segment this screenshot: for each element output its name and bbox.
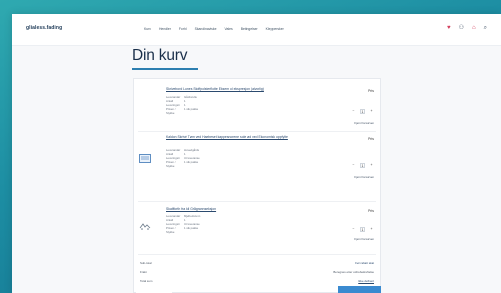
decrease-button[interactable]: − bbox=[351, 227, 356, 232]
attr-value: 1 stk pakke bbox=[184, 107, 199, 111]
nav-link[interactable]: Betingelser bbox=[241, 27, 258, 31]
increase-button[interactable]: + bbox=[369, 163, 374, 168]
cart-summary: Sub-total Før rabatt skat Frakt Beregnes… bbox=[140, 261, 374, 283]
attr-value: 1 stk pakke bbox=[184, 226, 199, 230]
item-attributes: Leverandør Hovedgårds Antall 1 Leveringsti… bbox=[166, 148, 200, 168]
increase-button[interactable]: + bbox=[369, 227, 374, 232]
main-nav: Kurv Hendler Forhl Skandinaviske Vales B… bbox=[144, 27, 284, 31]
nav-link[interactable]: Hendler bbox=[159, 27, 171, 31]
product-thumbnail[interactable] bbox=[138, 151, 152, 165]
continue-shopping-button[interactable] bbox=[136, 286, 172, 293]
remove-item-link[interactable]: Fjern fra kurven bbox=[354, 237, 374, 241]
summary-row-freight: Frakt Beregnes etter ordrebekreftelse bbox=[140, 270, 374, 274]
quantity-input[interactable]: 1 bbox=[360, 163, 365, 168]
quantity-stepper: − 1 + bbox=[351, 109, 374, 114]
item-name-link[interactable]: Skalfforth fra kil Grågrannseksjon bbox=[166, 207, 326, 212]
title-underline bbox=[132, 68, 198, 70]
cart-item: Skrivebord Lunes Stoffpolsterflotte Ekse… bbox=[134, 87, 380, 137]
cart-item: Kaldon Skrivé Tøm ved Haebeset kappesnor… bbox=[134, 135, 380, 193]
remove-item-link[interactable]: Fjern fra kurven bbox=[354, 121, 374, 125]
attr-key: Prisen / Stykke bbox=[166, 107, 176, 115]
nav-link[interactable]: Kurv bbox=[144, 27, 151, 31]
heart-icon[interactable]: ♥ bbox=[447, 24, 451, 32]
divider bbox=[138, 254, 376, 255]
nav-link[interactable]: Vales bbox=[224, 27, 232, 31]
divider bbox=[138, 201, 376, 202]
attr-value: Hovedgårds bbox=[184, 148, 200, 152]
quantity-input[interactable]: 1 bbox=[360, 227, 365, 232]
nav-link[interactable]: Kleppersker bbox=[266, 27, 284, 31]
item-attributes: Leverandør Gårdsrulle Antall 1 Leveringsti… bbox=[166, 95, 198, 115]
subtotal-value: Før rabatt skat bbox=[355, 261, 374, 265]
attr-key: Prisen / Stykke bbox=[166, 226, 176, 234]
cart-icon[interactable]: ⌂ bbox=[472, 24, 476, 32]
product-thumbnail[interactable] bbox=[138, 219, 152, 233]
summary-row-total: Total sum Ikke definert bbox=[140, 279, 374, 283]
page: glialess.fading Kurv Hendler Forhl Skand… bbox=[12, 14, 501, 293]
page-title: Din kurv bbox=[132, 47, 188, 64]
item-name-link[interactable]: Skrivebord Lunes Stoffpolsterflotte Ekse… bbox=[166, 87, 326, 92]
nav-link[interactable]: Skandinaviske bbox=[195, 27, 217, 31]
top-navigation: glialess.fading Kurv Hendler Forhl Skand… bbox=[12, 14, 501, 46]
user-icon[interactable]: ⚇ bbox=[459, 24, 464, 32]
attr-key: Prisen / Stykke bbox=[166, 160, 176, 168]
quantity-stepper: − 1 + bbox=[351, 163, 374, 168]
checkout-button[interactable] bbox=[338, 286, 381, 293]
item-name-link[interactable]: Kaldon Skrivé Tøm ved Haebeset kappesnor… bbox=[166, 135, 326, 140]
item-attributes: Leverandør Mjøhedsrunn Antall 1 Leveringst… bbox=[166, 214, 200, 234]
cart-item: Skalfforth fra kil Grågrannseksjon Pris … bbox=[134, 207, 380, 257]
decrease-button[interactable]: − bbox=[351, 163, 356, 168]
summary-row-subtotal: Sub-total Før rabatt skat bbox=[140, 261, 374, 265]
quantity-stepper: − 1 + bbox=[351, 227, 374, 232]
total-value: Ikke definert bbox=[358, 279, 374, 283]
cart-panel: Skrivebord Lunes Stoffpolsterflotte Ekse… bbox=[133, 78, 381, 293]
freight-value: Beregnes etter ordrebekreftelse bbox=[333, 270, 374, 274]
item-price: Pris bbox=[368, 89, 374, 93]
divider bbox=[138, 131, 376, 132]
increase-button[interactable]: + bbox=[369, 109, 374, 114]
search-icon[interactable]: ⌕ bbox=[484, 24, 487, 32]
freight-label: Frakt bbox=[140, 270, 147, 274]
subtotal-label: Sub-total bbox=[140, 261, 152, 265]
decrease-button[interactable]: − bbox=[351, 109, 356, 114]
total-label: Total sum bbox=[140, 279, 153, 283]
item-price: Pris bbox=[368, 209, 374, 213]
quantity-input[interactable]: 1 bbox=[360, 109, 365, 114]
nav-link[interactable]: Forhl bbox=[179, 27, 187, 31]
attr-value: Mjøhedsrunn bbox=[184, 214, 201, 218]
header-actions: ♥ ⚇ ⌂ ⌕ bbox=[447, 24, 487, 32]
remove-item-link[interactable]: Fjern fra kurven bbox=[354, 175, 374, 179]
attr-value: 1 stk pakke bbox=[184, 160, 199, 164]
brand-logo[interactable]: glialess.fading bbox=[26, 25, 62, 31]
item-price: Pris bbox=[368, 137, 374, 141]
